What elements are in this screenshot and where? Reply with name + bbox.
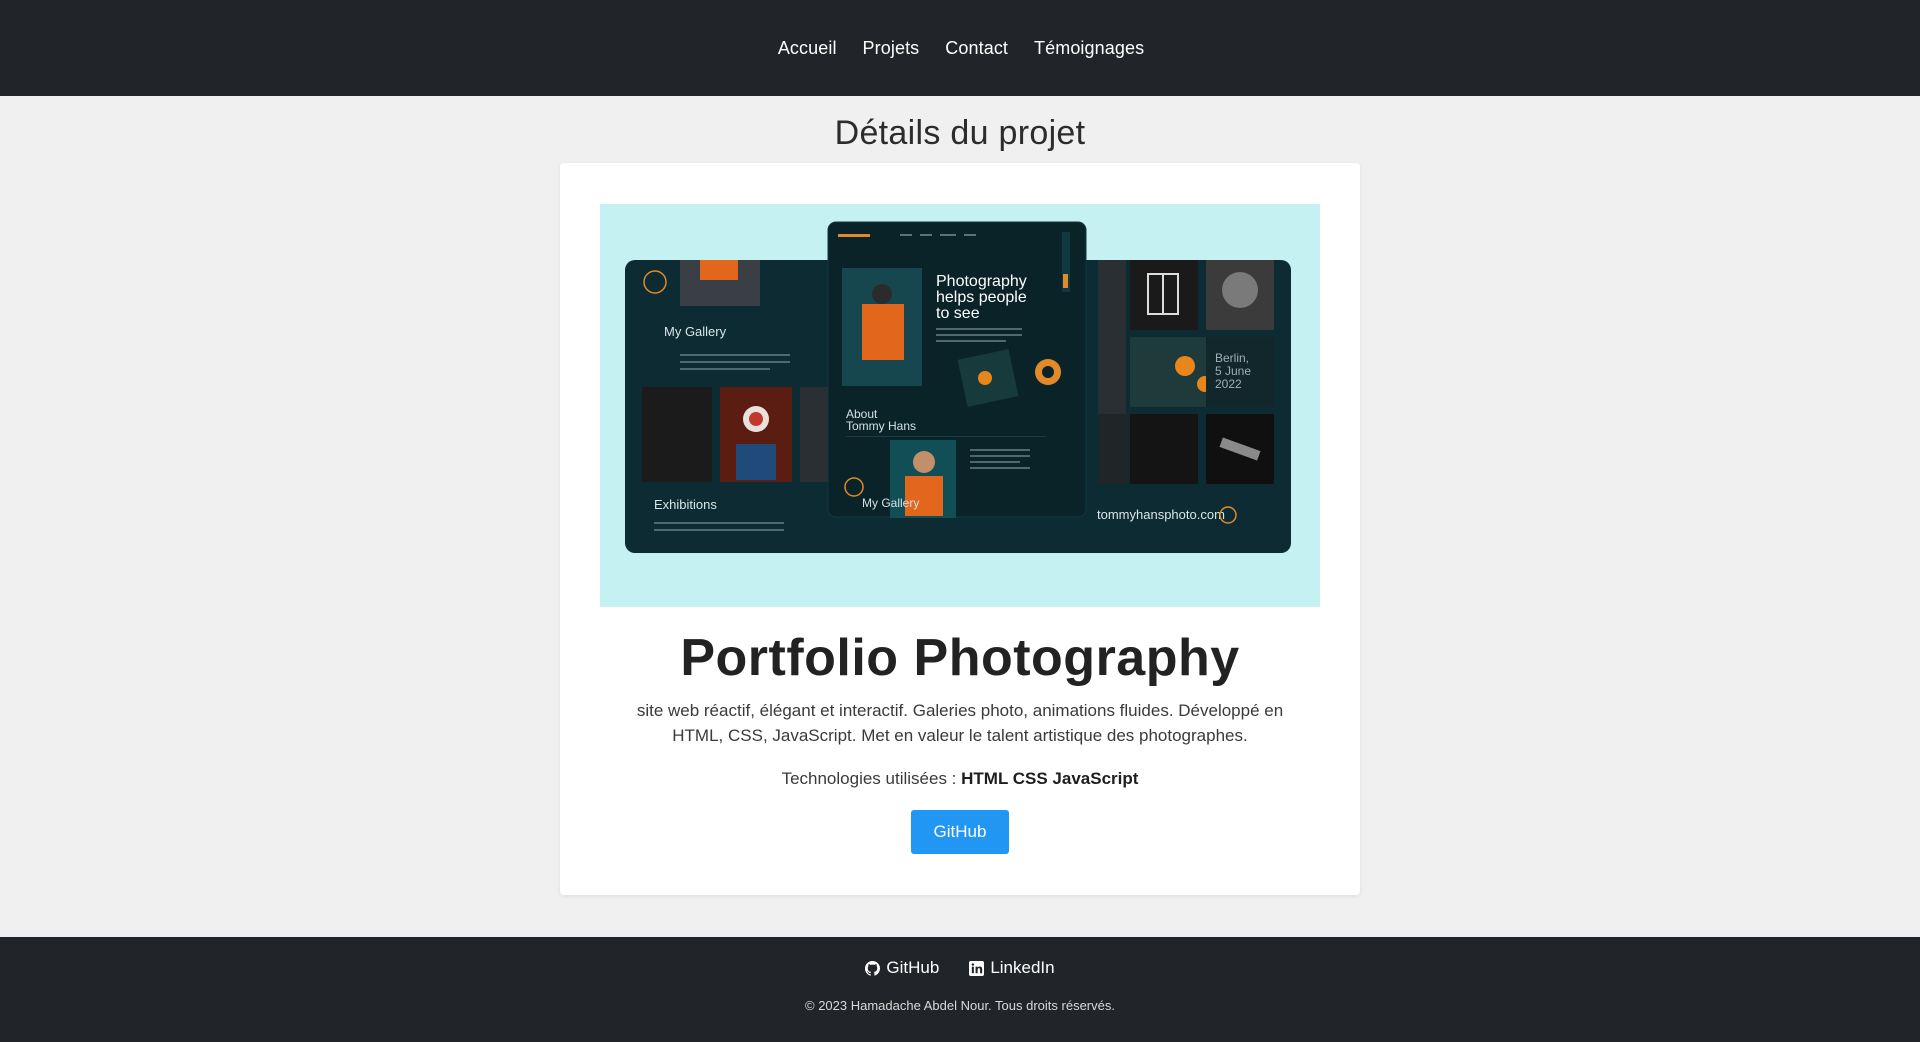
mockup-photo-hoodie-accent: [700, 260, 738, 280]
mockup-site-url: tommyhansphoto.com: [1097, 507, 1225, 522]
linkedin-icon: [969, 960, 985, 976]
main-nav: Accueil Projets Contact Témoignages: [778, 38, 1144, 59]
portfolio-mockup-illustration: My Gallery Exhibitions Berlin, 5 June 20…: [625, 221, 1291, 553]
mockup-text-line: [680, 361, 790, 363]
tech-list: HTML CSS JavaScript: [961, 769, 1139, 788]
mockup-gallery-label-left: My Gallery: [664, 324, 727, 339]
tech-prefix: Technologies utilisées :: [781, 769, 957, 788]
nav-link-contact[interactable]: Contact: [945, 38, 1008, 59]
footer-github-label: GitHub: [886, 958, 940, 977]
footer-github-link[interactable]: GitHub: [865, 958, 939, 978]
github-icon: [865, 960, 881, 976]
project-title: Portfolio Photography: [680, 629, 1240, 687]
mockup-photo-building: [642, 387, 712, 482]
mockup-text-line: [654, 522, 784, 524]
mockup-text-line: [654, 529, 784, 531]
nav-link-accueil[interactable]: Accueil: [778, 38, 837, 59]
mockup-about-line2: Tommy Hans: [846, 419, 916, 433]
copyright-text: © 2023 Hamadache Abdel Nour. Tous droits…: [805, 998, 1115, 1013]
github-button[interactable]: GitHub: [911, 810, 1009, 854]
footer-linkedin-link[interactable]: LinkedIn: [969, 958, 1055, 978]
mockup-berlin-line1: Berlin,: [1215, 351, 1249, 365]
mockup-photo-shoe: [1130, 414, 1198, 484]
project-preview-image: My Gallery Exhibitions Berlin, 5 June 20…: [600, 204, 1320, 607]
mockup-hero-line1: Photography: [936, 273, 1027, 290]
top-navbar: Accueil Projets Contact Témoignages: [0, 0, 1920, 96]
mockup-exhibitions-label: Exhibitions: [654, 497, 717, 512]
mockup-gallery-label: My Gallery: [862, 496, 919, 510]
mockup-hero-line3: to see: [936, 305, 980, 322]
mockup-berlin-line3: 2022: [1215, 377, 1242, 391]
mockup-text-line: [680, 354, 790, 356]
mockup-berlin-line2: 5 June: [1215, 364, 1251, 378]
mockup-text-line: [680, 368, 770, 370]
mockup-photo-right-strip: [1098, 260, 1126, 420]
page-title: Détails du projet: [834, 114, 1086, 152]
project-card: My Gallery Exhibitions Berlin, 5 June 20…: [560, 163, 1360, 895]
nav-link-temoignages[interactable]: Témoignages: [1034, 38, 1144, 59]
mockup-hero-line2: helps people: [936, 289, 1027, 306]
project-description: site web réactif, élégant et interactif.…: [636, 701, 1284, 745]
nav-link-projets[interactable]: Projets: [863, 38, 920, 59]
project-technologies: Technologies utilisées : HTML CSS JavaSc…: [560, 769, 1360, 789]
footer: GitHub LinkedIn © 2023 Hamadache Abdel N…: [0, 937, 1920, 1042]
footer-links: GitHub LinkedIn: [0, 958, 1920, 978]
footer-linkedin-label: LinkedIn: [990, 958, 1055, 977]
